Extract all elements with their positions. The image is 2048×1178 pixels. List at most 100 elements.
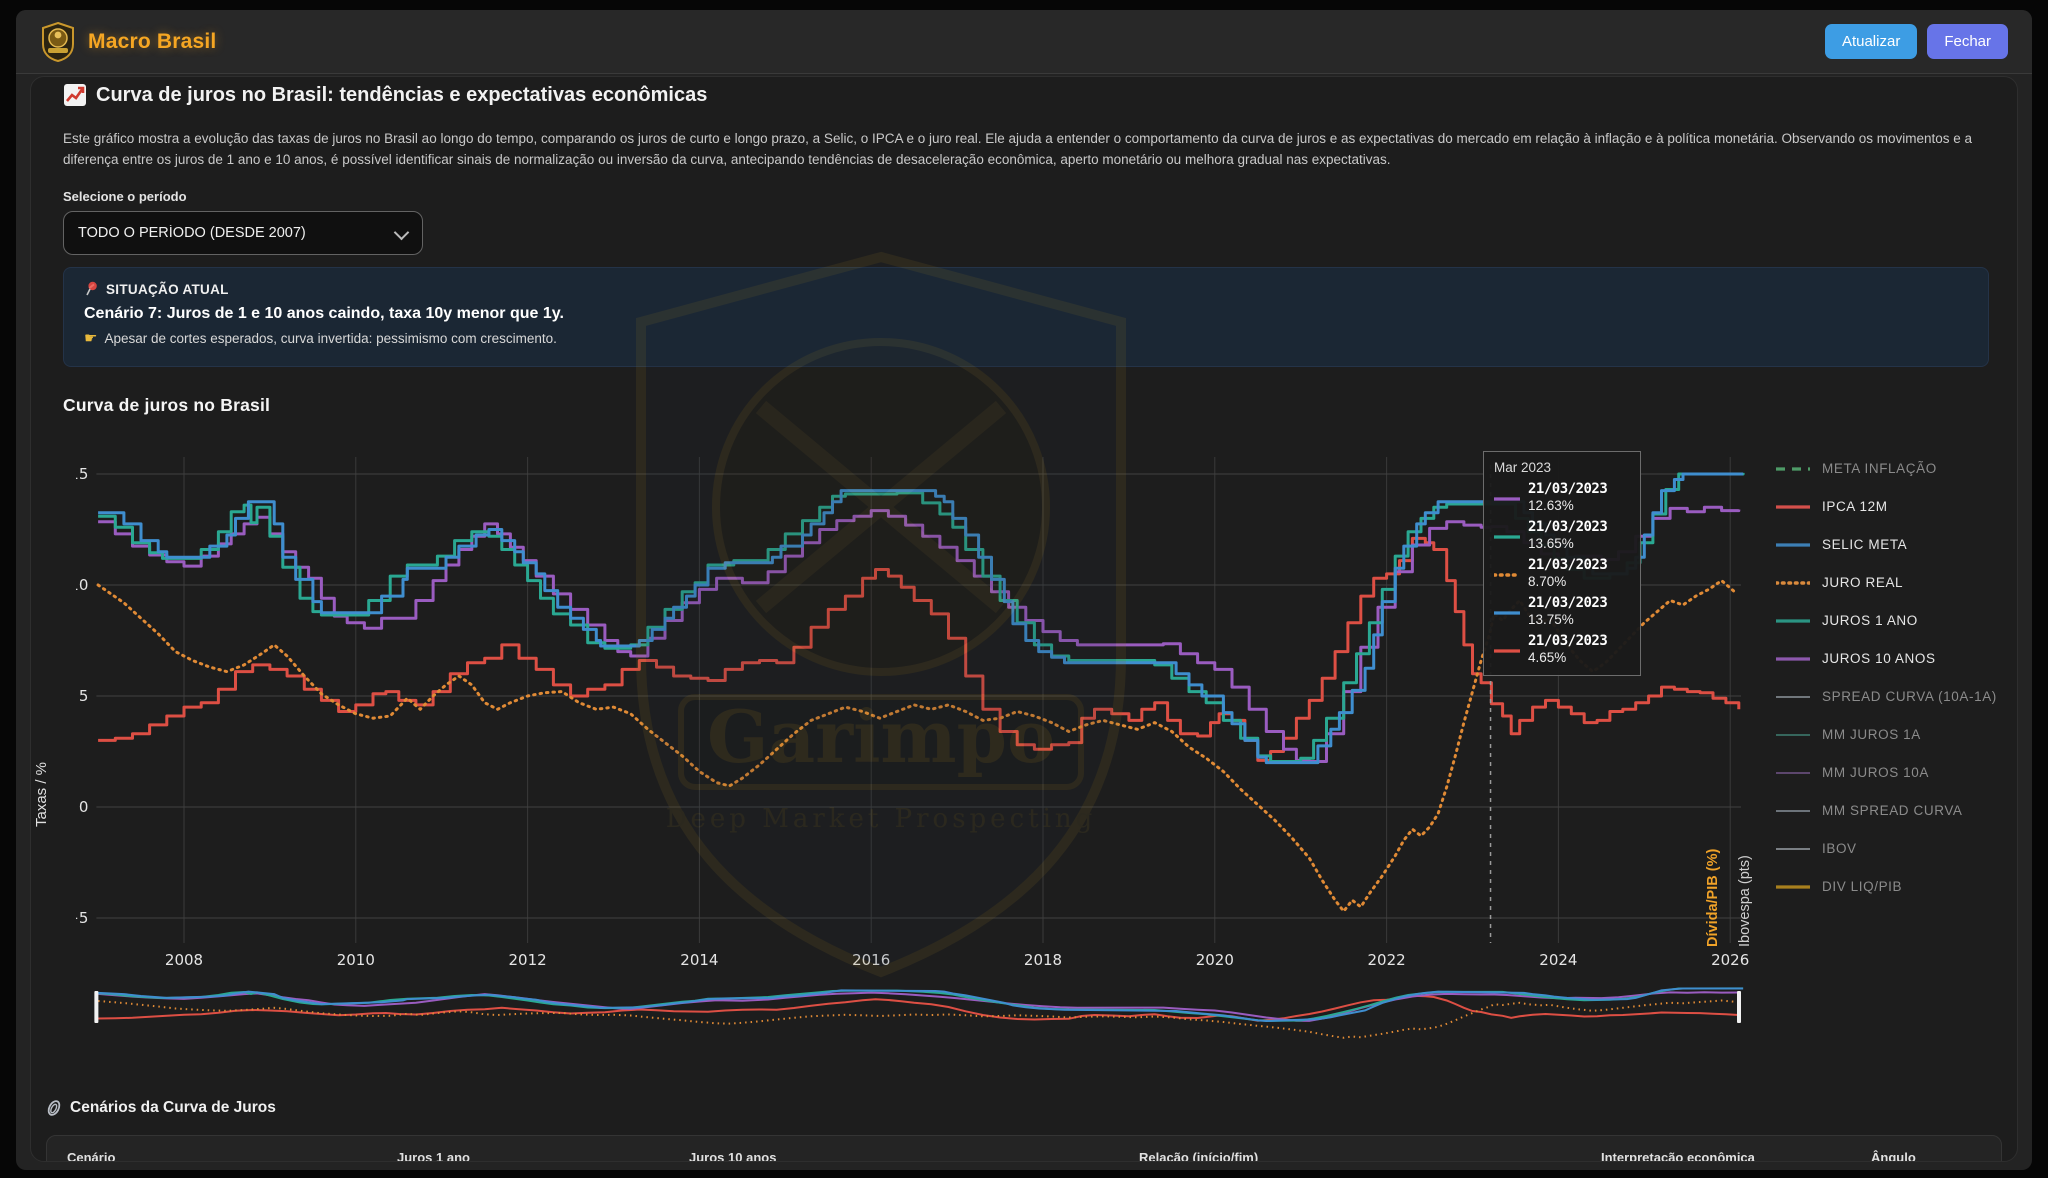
situation-main: Cenário 7: Juros de 1 e 10 anos caindo, … xyxy=(84,305,1968,323)
situation-note: ☛ Apesar de cortes esperados, curva inve… xyxy=(84,329,1968,347)
page-description: Este gráfico mostra a evolução das taxas… xyxy=(63,129,1987,171)
svg-text:5: 5 xyxy=(79,687,89,705)
legend-label: MM JUROS 10A xyxy=(1822,765,1929,780)
legend-item-mm-spread-curva[interactable]: MM SPREAD CURVA xyxy=(1776,791,2018,829)
chart-title: Curva de juros no Brasil xyxy=(63,395,270,416)
legend-item-mm-juros-10a[interactable]: MM JUROS 10A xyxy=(1776,753,2018,791)
svg-text:2012: 2012 xyxy=(509,951,547,969)
tooltip-row-juro-real: 21/03/20238.70% xyxy=(1494,557,1630,589)
tooltip-value: 4.65% xyxy=(1528,650,1607,665)
scenario-column-5: Ângulo xyxy=(1871,1150,1916,1162)
legend-item-div-liq-pib[interactable]: DIV LIQ/PIB xyxy=(1776,867,2018,905)
svg-text:2018: 2018 xyxy=(1024,951,1062,969)
legend-swatch-mm-spread-curva xyxy=(1776,801,1810,819)
scenario-column-3: Relação (início/fim) xyxy=(1139,1150,1601,1162)
tooltip-value: 13.65% xyxy=(1528,536,1607,551)
svg-text:2010: 2010 xyxy=(337,951,375,969)
refresh-button[interactable]: Atualizar xyxy=(1825,24,1917,59)
paperclip-icon xyxy=(46,1099,62,1117)
svg-text:2008: 2008 xyxy=(165,951,203,969)
legend-swatch-spread-curva xyxy=(1776,687,1810,705)
legend-item-mm-juros-1a[interactable]: MM JUROS 1A xyxy=(1776,715,2018,753)
svg-text:2014: 2014 xyxy=(680,951,718,969)
legend-item-juros-10-anos[interactable]: JUROS 10 ANOS xyxy=(1776,639,2018,677)
content-panel: Curva de juros no Brasil: tendências e e… xyxy=(30,76,2018,1162)
left-axis-label: Taxas / % xyxy=(33,507,50,827)
tooltip-value: 13.75% xyxy=(1528,612,1607,627)
legend-label: MM SPREAD CURVA xyxy=(1822,803,1963,818)
legend-swatch-juros-10-anos xyxy=(1776,649,1810,667)
pin-icon xyxy=(84,281,99,297)
tooltip-date: 21/03/2023 xyxy=(1528,595,1607,611)
situation-heading: SITUAÇÃO ATUAL xyxy=(106,282,229,297)
close-button[interactable]: Fechar xyxy=(1927,24,2008,59)
scenario-column-2: Juros 10 anos xyxy=(689,1150,1139,1162)
divida-pib-axis-label: Dívida/PIB (%) xyxy=(1705,507,1721,947)
svg-text:0: 0 xyxy=(79,798,89,816)
legend-item-juros-1-ano[interactable]: JUROS 1 ANO xyxy=(1776,601,2018,639)
chart-legend: META INFLAÇÃO IPCA 12M SELIC META JURO REAL… xyxy=(1776,449,2018,905)
brand-logo-icon xyxy=(40,22,76,62)
legend-label: DIV LIQ/PIB xyxy=(1822,879,1902,894)
tooltip-value: 8.70% xyxy=(1528,574,1607,589)
pointing-hand-icon: ☛ xyxy=(84,329,97,347)
legend-item-meta-inflacao[interactable]: META INFLAÇÃO xyxy=(1776,449,2018,487)
legend-swatch-meta-inflacao xyxy=(1776,459,1810,477)
period-select[interactable]: TODO O PERÍODO (DESDE 2007) xyxy=(63,211,423,255)
app-window: Macro Brasil Atualizar Fechar Curva de j… xyxy=(16,10,2032,1170)
svg-text:2016: 2016 xyxy=(852,951,890,969)
legend-item-ipca-12m[interactable]: IPCA 12M xyxy=(1776,487,2018,525)
tooltip-row-juros-1-ano: 21/03/202313.65% xyxy=(1494,519,1630,551)
tooltip-date: 21/03/2023 xyxy=(1528,633,1607,649)
svg-text:15: 15 xyxy=(76,465,88,483)
legend-label: IBOV xyxy=(1822,841,1857,856)
scenarios-heading: Cenários da Curva de Juros xyxy=(46,1099,276,1117)
tooltip-swatch-juro-real xyxy=(1494,565,1520,583)
legend-label: SPREAD CURVA (10A-1A) xyxy=(1822,689,1997,704)
svg-text:10: 10 xyxy=(76,576,88,594)
legend-item-selic-meta[interactable]: SELIC META xyxy=(1776,525,2018,563)
legend-label: IPCA 12M xyxy=(1822,499,1888,514)
tooltip-date: 21/03/2023 xyxy=(1528,519,1607,535)
tooltip-title: Mar 2023 xyxy=(1494,460,1630,475)
scenarios-heading-text: Cenários da Curva de Juros xyxy=(70,1099,276,1117)
legend-item-juro-real[interactable]: JURO REAL xyxy=(1776,563,2018,601)
svg-text:2024: 2024 xyxy=(1539,951,1577,969)
tooltip-date: 21/03/2023 xyxy=(1528,557,1607,573)
ibovespa-axis-label: Ibovespa (pts) xyxy=(1737,507,1753,947)
tooltip-row-juros-10-anos: 21/03/202312.63% xyxy=(1494,481,1630,513)
legend-swatch-ipca-12m xyxy=(1776,497,1810,515)
period-select-label: Selecione o período xyxy=(63,189,187,204)
top-bar: Macro Brasil Atualizar Fechar xyxy=(16,10,2032,74)
scenario-column-0: Cenário xyxy=(67,1150,397,1162)
legend-label: META INFLAÇÃO xyxy=(1822,461,1937,476)
tooltip-row-ipca-12m: 21/03/20234.65% xyxy=(1494,633,1630,665)
legend-item-ibov[interactable]: IBOV xyxy=(1776,829,2018,867)
tooltip-swatch-ipca-12m xyxy=(1494,641,1520,659)
tooltip-row-selic-meta: 21/03/202313.75% xyxy=(1494,595,1630,627)
legend-label: JURO REAL xyxy=(1822,575,1903,590)
situation-note-text: Apesar de cortes esperados, curva invert… xyxy=(104,331,556,346)
tooltip-swatch-juros-1-ano xyxy=(1494,527,1520,545)
range-handle-left[interactable] xyxy=(94,991,98,1023)
legend-label: MM JUROS 1A xyxy=(1822,727,1921,742)
scenario-column-4: Interpretação econômica xyxy=(1601,1150,1871,1162)
scenarios-table[interactable]: CenárioJuros 1 anoJuros 10 anosRelação (… xyxy=(46,1135,2002,1162)
chart-tooltip: Mar 2023 21/03/202312.63%21/03/202313.65… xyxy=(1483,451,1641,676)
range-handle-right[interactable] xyxy=(1737,991,1741,1023)
legend-swatch-juros-1-ano xyxy=(1776,611,1810,629)
page-title: Curva de juros no Brasil: tendências e e… xyxy=(63,83,707,107)
svg-text:2020: 2020 xyxy=(1196,951,1234,969)
legend-item-spread-curva[interactable]: SPREAD CURVA (10A-1A) xyxy=(1776,677,2018,715)
svg-text:−5: −5 xyxy=(76,909,88,927)
period-select-wrap: TODO O PERÍODO (DESDE 2007) xyxy=(63,211,423,255)
tooltip-swatch-juros-10-anos xyxy=(1494,489,1520,507)
legend-label: SELIC META xyxy=(1822,537,1907,552)
svg-text:2022: 2022 xyxy=(1368,951,1406,969)
legend-label: JUROS 10 ANOS xyxy=(1822,651,1936,666)
svg-text:2026: 2026 xyxy=(1711,951,1749,969)
chart-up-icon xyxy=(63,83,87,107)
legend-swatch-mm-juros-10a xyxy=(1776,763,1810,781)
tooltip-date: 21/03/2023 xyxy=(1528,481,1607,497)
situation-box: SITUAÇÃO ATUAL Cenário 7: Juros de 1 e 1… xyxy=(63,267,1989,367)
